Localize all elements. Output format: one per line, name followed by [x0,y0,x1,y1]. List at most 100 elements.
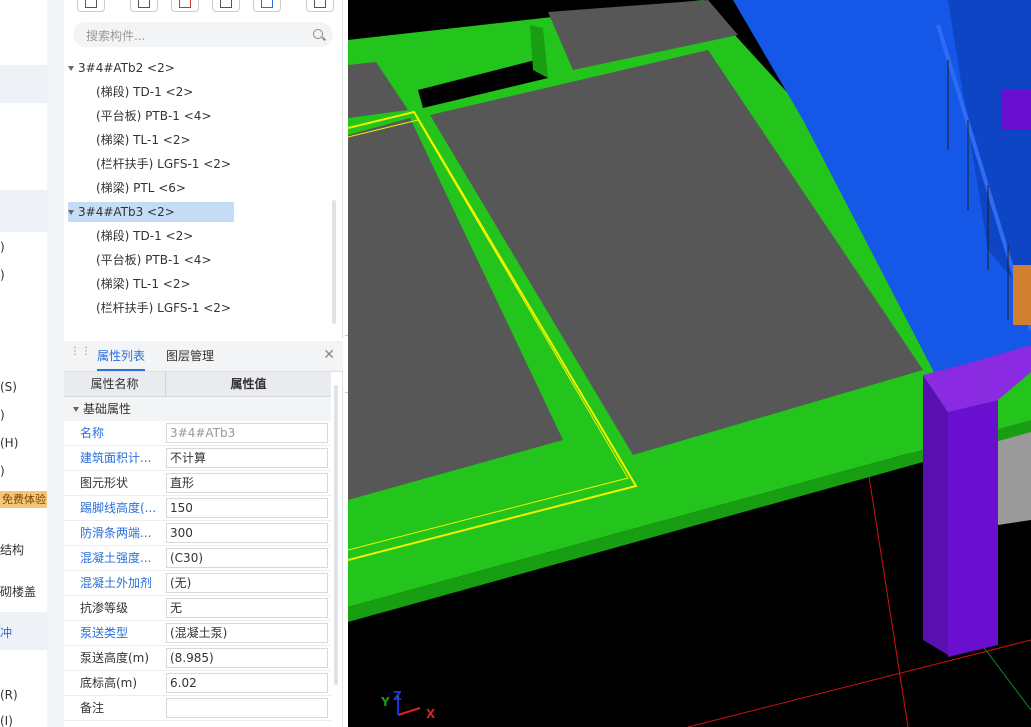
tree-node-child[interactable]: (栏杆扶手) LGFS-1 <2> [96,298,231,318]
tree-scrollbar[interactable] [332,200,336,324]
property-name: 名称 [80,426,105,440]
property-name: 泵送高度(m) [80,651,150,665]
property-value[interactable]: (8.985) [166,648,328,668]
tree-node-child[interactable]: (平台板) PTB-1 <4> [96,106,212,126]
more-tools-button[interactable] [306,0,334,12]
tab-layer-management[interactable]: 图层管理 [166,341,214,371]
property-value[interactable] [166,698,328,718]
left-nav-label[interactable]: (H) [0,436,18,450]
tree-node-child[interactable]: (梯段) TD-1 <2> [96,82,193,102]
property-group-label: 基础属性 [83,402,132,416]
drag-handle-icon[interactable]: ⋮⋮ [70,347,91,363]
tree-node-child[interactable]: (梯梁) TL-1 <2> [96,130,191,150]
tree-node-label: (梯梁) TL-1 <2> [96,133,191,147]
new-component-button[interactable] [77,0,105,12]
property-row: 防滑条两端... 300 [64,521,331,546]
free-trial-badge[interactable]: 免费体验 [0,491,47,508]
property-row: 抗渗等级 无 [64,596,331,621]
delete-component-button[interactable] [171,0,199,12]
more-icon [314,0,326,8]
property-name: 抗渗等级 [80,601,129,615]
property-value[interactable]: 150 [166,498,328,518]
property-value[interactable]: (混凝土泵) [166,623,328,643]
tree-node-child[interactable]: (梯段) TD-1 <2> [96,226,193,246]
left-nav-label[interactable]: 砌楼盖 [0,583,36,600]
search-input[interactable] [84,26,308,45]
property-value[interactable]: 6.02 [166,673,328,693]
property-row: 混凝土外加剂 (无) [64,571,331,596]
new-icon [85,0,97,8]
export-button[interactable] [253,0,281,12]
grid-line [867,469,909,727]
tree-node-child[interactable]: (梯梁) PTL <6> [96,178,186,198]
tree-node-label: (平台板) PTB-1 <4> [96,109,212,123]
tree-node-label: (梯梁) PTL <6> [96,181,186,195]
left-nav-item[interactable] [0,190,47,232]
tree-node-label: (梯段) TD-1 <2> [96,229,194,243]
property-row: 混凝土强度... (C30) [64,546,331,571]
chevron-down-icon[interactable] [68,210,74,215]
property-name: 底标高(m) [80,676,138,690]
property-name: 防滑条两端... [80,526,152,540]
close-icon[interactable]: ✕ [323,347,335,363]
properties-scrollbar[interactable] [334,385,338,685]
property-row: 踢脚线高度(... 150 [64,496,331,521]
left-nav-panel: ) ) (S) ) (H) ) 免费体验 结构 砌楼盖 冲 (R) (I) [0,0,47,727]
property-row: 备注 [64,696,331,721]
property-value[interactable]: 直形 [166,473,328,493]
property-row: 建筑面积计... 不计算 [64,446,331,471]
left-nav-label[interactable]: (S) [0,380,17,394]
property-name: 踢脚线高度(... [80,501,157,515]
property-group-basic[interactable]: 基础属性 [64,397,331,421]
left-nav-label[interactable]: (R) [0,688,18,702]
tree-node-child[interactable]: (平台板) PTB-1 <4> [96,250,212,270]
axis-x-label: X [426,707,436,721]
left-nav-label[interactable]: (I) [0,714,13,727]
chevron-down-icon[interactable] [73,407,79,412]
search-icon[interactable] [313,29,323,39]
property-value[interactable]: 300 [166,523,328,543]
tree-node-parent[interactable]: 3#4#ATb2 <2> [68,58,175,78]
grid-line [687,639,1031,727]
tree-node-label: 3#4#ATb3 <2> [78,205,175,219]
property-name: 备注 [80,701,105,715]
property-value[interactable]: 不计算 [166,448,328,468]
left-nav-item[interactable] [0,65,47,103]
left-nav-label[interactable]: ) [0,240,5,254]
export-icon [261,0,273,8]
layers-icon [220,0,232,8]
axis-z-label: Z [393,689,402,703]
property-row: 名称 3#4#ATb3 [64,421,331,446]
property-value[interactable]: 3#4#ATb3 [166,423,328,443]
axis-x-line [397,707,421,716]
tab-properties[interactable]: 属性列表 [97,341,146,371]
chevron-down-icon[interactable] [68,66,74,71]
tree-node-label: (梯梁) TL-1 <2> [96,277,191,291]
property-row: 图元形状 直形 [64,471,331,496]
tree-node-child[interactable]: (梯梁) TL-1 <2> [96,274,191,294]
left-nav-label[interactable]: ) [0,268,5,282]
3d-viewport[interactable]: Y Z X [348,0,1031,727]
component-search [73,22,333,47]
left-nav-label[interactable]: ) [0,408,5,422]
copy-component-button[interactable] [130,0,158,12]
tree-node-label: 3#4#ATb2 <2> [78,61,175,75]
axis-y-label: Y [380,695,390,709]
column [1001,90,1031,130]
model-scene[interactable]: Y Z X [348,0,1031,727]
left-nav-label[interactable]: 冲 [0,624,12,641]
property-value[interactable]: (无) [166,573,328,593]
property-value[interactable]: 无 [166,598,328,618]
delete-icon [179,0,191,8]
property-name: 泵送类型 [80,626,129,640]
tree-node-parent-selected[interactable]: 3#4#ATb3 <2> [68,202,234,222]
column-header-value: 属性值 [230,377,267,391]
properties-panel: ⋮⋮ 属性列表 图层管理 ✕ 属性名称 属性值 基础属性 名称 3#4#ATb3… [64,341,343,727]
tree-node-child[interactable]: (栏杆扶手) LGFS-1 <2> [96,154,231,174]
column-side [923,375,948,655]
left-nav-label[interactable]: ) [0,464,5,478]
property-row: 泵送高度(m) (8.985) [64,646,331,671]
copy-to-floor-button[interactable] [212,0,240,12]
left-nav-label[interactable]: 结构 [0,541,24,558]
property-value[interactable]: (C30) [166,548,328,568]
